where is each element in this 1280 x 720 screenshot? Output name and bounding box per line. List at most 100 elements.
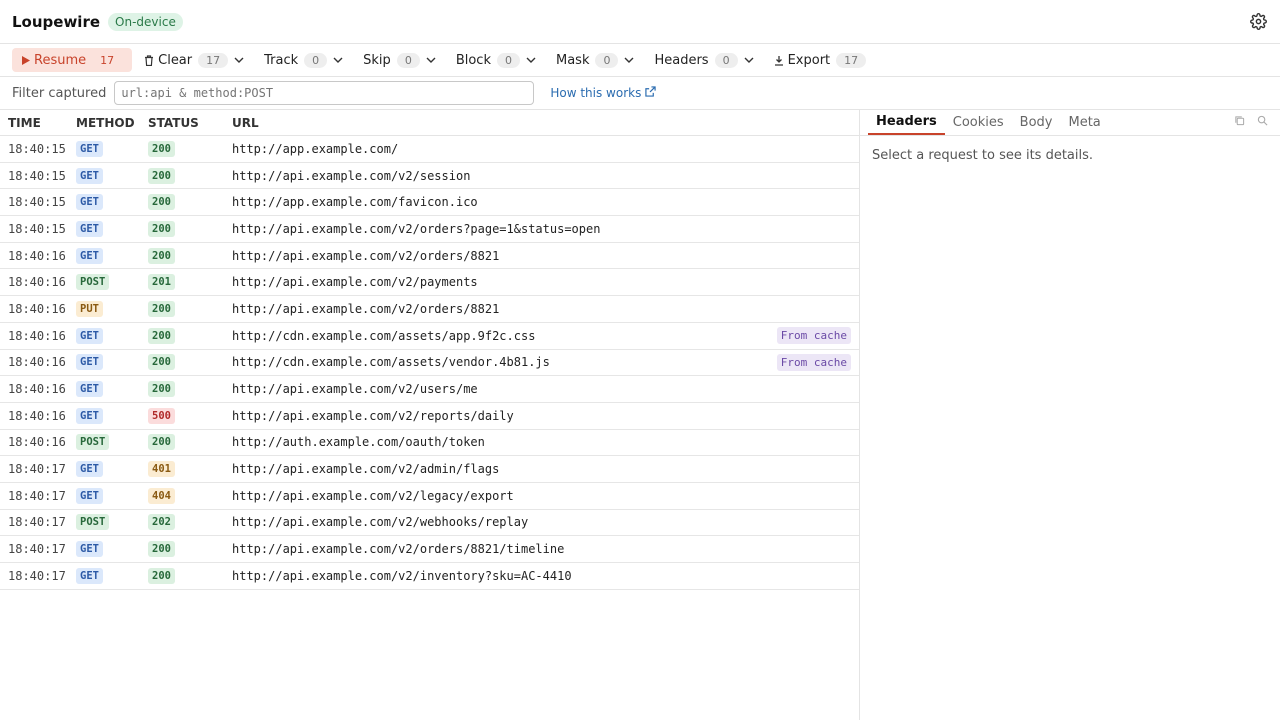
filter-label: Filter captured [12, 85, 107, 101]
method-badge: GET [76, 327, 103, 344]
method-badge: GET [76, 407, 103, 424]
request-url: http://api.example.com/v2/orders/8821 [232, 301, 500, 316]
request-time: 18:40:17 [8, 568, 66, 583]
mask-button[interactable]: Mask 0 [548, 48, 642, 72]
skip-label: Skip [363, 52, 391, 68]
toolbar: Resume 17 Clear 17 Track 0 Skip 0 Block … [0, 44, 1280, 77]
external-link-icon [641, 86, 657, 100]
table-row[interactable]: 18:40:15 GET 200 http://app.example.com/fav… [0, 189, 859, 217]
column-url[interactable]: URL [232, 116, 859, 130]
detail-panel: Headers Cookies Body Meta Select a reque… [860, 110, 1280, 720]
table-row[interactable]: 18:40:16 POST 200 http://auth.example.com/o… [0, 430, 859, 457]
request-url: http://api.example.com/v2/session [232, 168, 471, 183]
request-url: http://app.example.com/favicon.ico [232, 195, 478, 210]
detail-tabs: Headers Cookies Body Meta [860, 110, 1280, 136]
skip-button[interactable]: Skip 0 [355, 48, 444, 72]
headers-label: Headers [654, 52, 709, 68]
table-row[interactable]: 18:40:15 GET 200 http://app.example.com/ [0, 136, 859, 163]
column-status[interactable]: STATUS [148, 116, 232, 130]
request-url: http://api.example.com/v2/inventory?sku=… [232, 568, 572, 583]
filter-input[interactable] [114, 81, 535, 105]
settings-gear-icon[interactable] [1248, 12, 1268, 32]
request-time: 18:40:16 [8, 408, 66, 423]
status-badge: 200 [148, 247, 175, 264]
app-title: Loupewire [12, 12, 101, 31]
status-badge: 200 [148, 434, 175, 451]
tab-body[interactable]: Body [1012, 110, 1061, 135]
table-row[interactable]: 18:40:16 GET 500 http://api.example.com/v2/… [0, 403, 859, 430]
request-time: 18:40:16 [8, 355, 66, 370]
headers-button[interactable]: Headers 0 [646, 48, 761, 72]
request-url: http://api.example.com/v2/legacy/export [232, 488, 514, 503]
method-badge: GET [76, 487, 103, 504]
track-button[interactable]: Track 0 [256, 48, 351, 72]
request-url: http://api.example.com/v2/users/me [232, 382, 478, 397]
chevron-down-icon[interactable] [333, 57, 343, 63]
table-row[interactable]: 18:40:17 GET 401 http://api.example.com/v2/… [0, 456, 859, 483]
request-url: http://api.example.com/v2/admin/flags [232, 462, 500, 477]
copy-icon[interactable] [1234, 115, 1245, 130]
track-count: 0 [304, 52, 328, 68]
export-button[interactable]: Export 17 [766, 48, 875, 72]
column-time[interactable]: TIME [0, 116, 76, 130]
resume-button[interactable]: Resume 17 [12, 48, 133, 72]
clear-count: 17 [198, 52, 229, 68]
table-row[interactable]: 18:40:16 GET 200 http://api.example.com/v2/… [0, 376, 859, 403]
chevron-down-icon[interactable] [526, 57, 536, 63]
table-row[interactable]: 18:40:17 GET 200 http://api.example.com/v2/… [0, 536, 859, 563]
table-row[interactable]: 18:40:16 GET 200 http://cdn.example.com/ass… [0, 323, 859, 350]
export-count: 17 [836, 52, 867, 68]
status-badge: 202 [148, 514, 175, 531]
headers-count: 0 [714, 52, 738, 68]
clear-button[interactable]: Clear 17 [136, 48, 252, 72]
status-badge: 201 [148, 274, 175, 291]
table-row[interactable]: 18:40:17 POST 202 http://api.example.com/v2… [0, 510, 859, 537]
chevron-down-icon[interactable] [426, 57, 436, 63]
request-time: 18:40:15 [8, 195, 66, 210]
block-label: Block [455, 52, 491, 68]
method-badge: POST [76, 274, 110, 291]
request-time: 18:40:17 [8, 515, 66, 530]
download-icon [774, 55, 784, 66]
method-badge: POST [76, 514, 110, 531]
request-time: 18:40:16 [8, 382, 66, 397]
tab-meta[interactable]: Meta [1060, 110, 1108, 135]
request-url: http://api.example.com/v2/payments [232, 275, 478, 290]
resume-label: Resume [34, 52, 87, 68]
trash-icon [144, 54, 154, 66]
method-badge: GET [76, 140, 103, 157]
status-badge: 200 [148, 567, 175, 584]
table-row[interactable]: 18:40:15 GET 200 http://api.example.com/v2/… [0, 216, 859, 243]
table-row[interactable]: 18:40:16 GET 200 http://api.example.com/v2/… [0, 243, 859, 270]
request-time: 18:40:15 [8, 168, 66, 183]
tab-cookies[interactable]: Cookies [945, 110, 1012, 135]
method-badge: GET [76, 247, 103, 264]
how-this-works-link[interactable]: How this works [550, 86, 657, 100]
table-row[interactable]: 18:40:16 PUT 200 http://api.example.com/v2/… [0, 296, 859, 323]
status-badge: 200 [148, 300, 175, 317]
tab-headers[interactable]: Headers [868, 110, 945, 135]
request-url: http://api.example.com/v2/orders/8821 [232, 248, 500, 263]
column-method[interactable]: METHOD [76, 116, 148, 130]
table-row[interactable]: 18:40:15 GET 200 http://api.example.com/v2/… [0, 163, 859, 190]
track-label: Track [264, 52, 299, 68]
request-url: http://app.example.com/ [232, 141, 399, 156]
table-row[interactable]: 18:40:16 GET 200 http://cdn.example.com/ass… [0, 350, 859, 377]
status-badge: 200 [148, 167, 175, 184]
table-row[interactable]: 18:40:16 POST 201 http://api.example.com/v2… [0, 269, 859, 297]
block-button[interactable]: Block 0 [448, 48, 544, 72]
mode-badge: On-device [108, 12, 183, 31]
table-row[interactable]: 18:40:17 GET 404 http://api.example.com/v2/… [0, 483, 859, 510]
chevron-down-icon[interactable] [744, 57, 754, 63]
mask-count: 0 [595, 52, 619, 68]
chevron-down-icon[interactable] [234, 57, 244, 63]
status-badge: 404 [148, 487, 175, 504]
chevron-down-icon[interactable] [624, 57, 634, 63]
request-time: 18:40:16 [8, 301, 66, 316]
search-icon[interactable] [1257, 115, 1268, 130]
request-time: 18:40:16 [8, 328, 66, 343]
request-list: TIME METHOD STATUS URL 18:40:15 GET 200 htt… [0, 110, 860, 720]
table-row[interactable]: 18:40:17 GET 200 http://api.example.com/v2/… [0, 563, 859, 590]
request-time: 18:40:15 [8, 141, 66, 156]
mask-label: Mask [555, 52, 590, 68]
